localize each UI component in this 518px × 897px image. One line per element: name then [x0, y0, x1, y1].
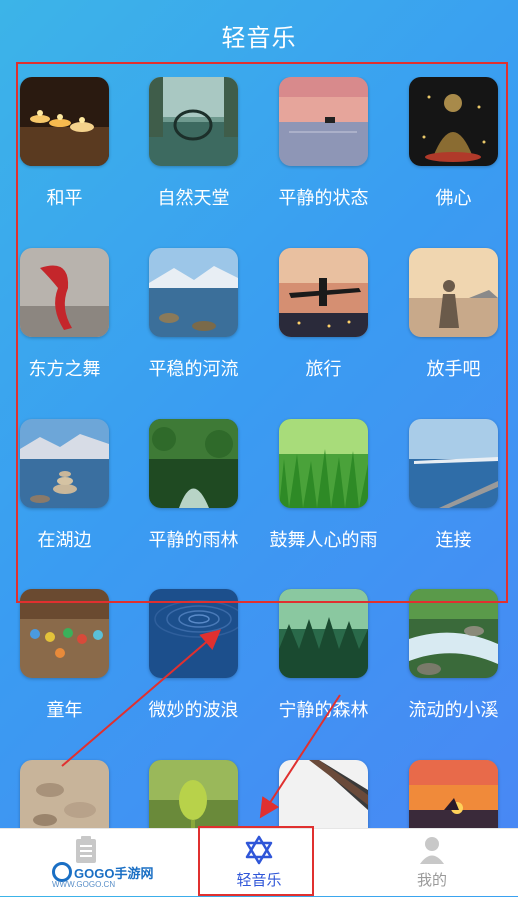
music-item-buddha-heart[interactable]: 佛心: [389, 77, 518, 248]
tab-label: 我的: [416, 872, 447, 889]
music-item-subtle-waves[interactable]: 微妙的波浪: [129, 589, 258, 760]
page-header: 轻音乐: [0, 0, 518, 70]
candles-image: [20, 77, 109, 166]
star-of-david-icon: [244, 835, 274, 865]
music-item-peace[interactable]: 和平: [0, 77, 129, 248]
music-item-calm-state[interactable]: 平静的状态: [259, 77, 388, 248]
watermark-g-icon: [52, 862, 72, 882]
watermark-text: GOGO手游网: [74, 865, 154, 881]
music-item-pebbles[interactable]: [0, 760, 129, 828]
sprout-image: [149, 760, 238, 828]
marbles-image: [20, 589, 109, 678]
music-item-smooth-river[interactable]: 平稳的河流: [129, 248, 258, 419]
grass-rain-image: [279, 419, 368, 508]
watermark-subtext: WWW.GOGO.CN: [52, 880, 116, 889]
music-item-eastern-dance[interactable]: 东方之舞: [0, 248, 129, 419]
dancer-image: [20, 248, 109, 337]
music-item-connection[interactable]: 连接: [389, 419, 518, 590]
item-label: 旅行: [305, 359, 342, 379]
item-label: 平静的雨林: [148, 530, 239, 550]
item-label: 平静的状态: [278, 188, 369, 208]
item-label: 东方之舞: [28, 359, 101, 379]
music-item-quiet-forest[interactable]: 宁静的森林: [259, 589, 388, 760]
sea-sunset-image: [409, 760, 498, 828]
forest-bridge-image: [149, 77, 238, 166]
music-item-flowing-stream[interactable]: 流动的小溪: [389, 589, 518, 760]
music-grid: 和平 自然天堂 平静的状态 佛心 东方之舞 平稳的河流 旅行 放手吧 在湖边 平…: [0, 77, 518, 828]
music-item-roof[interactable]: [259, 760, 388, 828]
rainforest-image: [149, 419, 238, 508]
misty-forest-image: [279, 589, 368, 678]
user-icon: [419, 835, 445, 865]
item-label: 童年: [46, 700, 83, 720]
page-title: 轻音乐: [221, 24, 297, 52]
buddha-image: [409, 77, 498, 166]
music-item-nature-paradise[interactable]: 自然天堂: [129, 77, 258, 248]
roof-image: [279, 760, 368, 828]
document-icon: [74, 835, 98, 865]
tab-label: 轻音乐: [236, 872, 282, 889]
music-item-inspiring-rain[interactable]: 鼓舞人心的雨: [259, 419, 388, 590]
music-item-travel[interactable]: 旅行: [259, 248, 388, 419]
lakeside-stones-image: [20, 419, 109, 508]
music-item-sea-sunset[interactable]: [389, 760, 518, 828]
music-item-let-go[interactable]: 放手吧: [389, 248, 518, 419]
tab-light-music[interactable]: 轻音乐: [173, 829, 345, 897]
water-ripple-image: [149, 589, 238, 678]
item-label: 连接: [435, 530, 472, 550]
item-label: 和平: [46, 188, 83, 208]
music-item-childhood[interactable]: 童年: [0, 589, 129, 760]
tab-mine[interactable]: 我的: [346, 829, 518, 897]
music-item-by-the-lake[interactable]: 在湖边: [0, 419, 129, 590]
item-label: 平稳的河流: [148, 359, 239, 379]
stream-image: [409, 589, 498, 678]
item-label: 流动的小溪: [408, 700, 499, 720]
item-label: 自然天堂: [157, 188, 230, 208]
item-label: 鼓舞人心的雨: [269, 530, 378, 550]
item-label: 放手吧: [426, 359, 481, 379]
airplane-image: [279, 248, 368, 337]
music-item-calm-rainforest[interactable]: 平静的雨林: [129, 419, 258, 590]
item-label: 佛心: [435, 188, 472, 208]
watermark-logo: GOGO手游网: [52, 862, 153, 882]
meditation-beach-image: [409, 248, 498, 337]
pebbles-image: [20, 760, 109, 828]
sunset-lake-image: [279, 77, 368, 166]
item-label: 宁静的森林: [278, 700, 369, 720]
music-item-sprout[interactable]: [129, 760, 258, 828]
pier-image: [409, 419, 498, 508]
river-image: [149, 248, 238, 337]
item-label: 在湖边: [37, 530, 92, 550]
item-label: 微妙的波浪: [148, 700, 239, 720]
